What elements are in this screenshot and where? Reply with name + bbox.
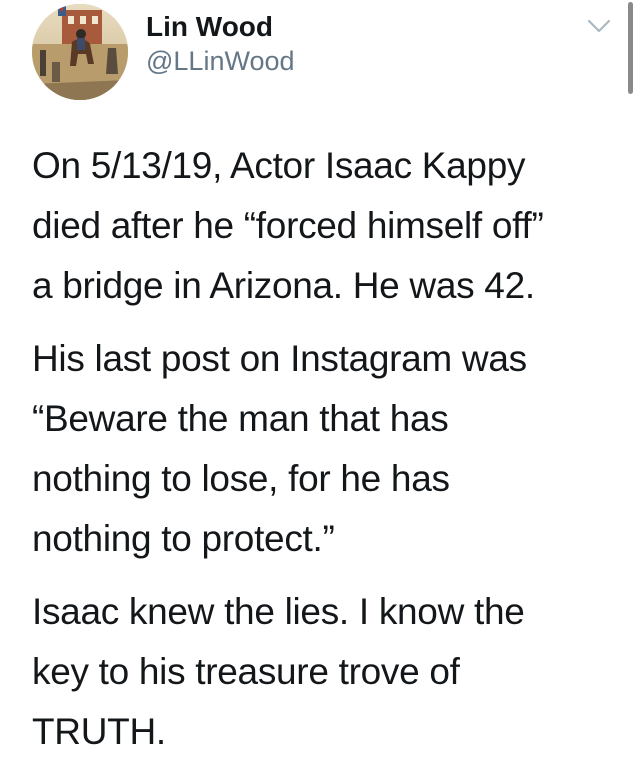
tweet-paragraph: Isaac knew the lies. I know the key to h… (32, 591, 525, 752)
painting-horse-rider-avatar-icon (32, 4, 128, 100)
user-display-name[interactable]: Lin Wood (146, 10, 273, 44)
scrollbar[interactable] (628, 2, 633, 94)
avatar[interactable] (32, 4, 128, 100)
tweet-paragraph: On 5/13/19, Actor Isaac Kappy died after… (32, 145, 544, 306)
user-handle[interactable]: @LLinWood (146, 44, 295, 78)
tweet: Lin Wood @LLinWood On 5/13/19, Actor Isa… (0, 0, 640, 752)
tweet-menu-button[interactable] (586, 16, 612, 36)
chevron-down-icon (587, 19, 611, 33)
tweet-paragraph: His last post on Instagram was “Beware t… (32, 338, 527, 559)
tweet-text: On 5/13/19, Actor Isaac Kappy died after… (32, 136, 624, 775)
